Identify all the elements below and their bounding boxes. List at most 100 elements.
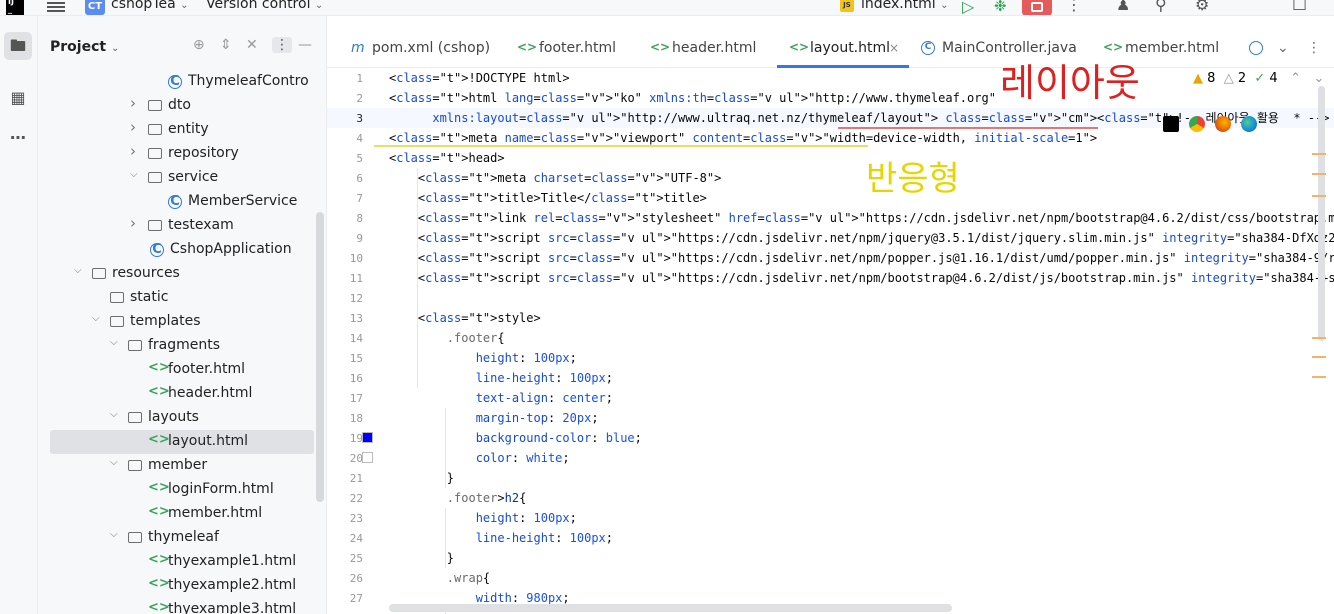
tree-folder[interactable]: static <box>38 286 327 310</box>
code-line[interactable]: <class="t">link rel=class="v">"styleshee… <box>389 208 1334 228</box>
code-line[interactable]: <class="t">meta name=class="v">"viewport… <box>389 128 1097 148</box>
tree-file[interactable]: <>thyexample2.html <box>38 574 327 598</box>
stop-button[interactable] <box>1022 0 1052 16</box>
chevron-down-icon[interactable]: ⌵ <box>130 169 142 180</box>
intellij-logo-icon[interactable]: IJ_ <box>6 0 24 15</box>
tree-file[interactable]: <>thyexample3.html <box>38 598 327 614</box>
firefox-icon[interactable] <box>1215 116 1231 132</box>
tab-footer-html[interactable]: <> footer.html <box>517 32 632 68</box>
intellij-browser-icon[interactable] <box>1163 116 1179 132</box>
tree-folder[interactable]: ⌵layouts <box>38 406 327 430</box>
chevron-right-icon[interactable]: › <box>130 118 142 136</box>
tab-member-html[interactable]: <> member.html <box>1103 32 1233 68</box>
code-line[interactable]: margin-top: 20px; <box>389 408 599 428</box>
project-view-selector[interactable]: Project ⌄ <box>50 39 119 55</box>
code-line[interactable]: <class="t">html lang=class="v">"ko" xmln… <box>389 88 996 108</box>
collapse-all-icon[interactable]: ✕ <box>246 37 258 53</box>
chevron-down-icon[interactable]: ⌵ <box>110 337 122 348</box>
chevron-down-icon[interactable]: ⌵ <box>92 313 104 324</box>
tree-folder[interactable]: ›dto <box>38 94 327 118</box>
code-line[interactable]: <class="t">!DOCTYPE html> <box>389 68 570 88</box>
edge-icon[interactable] <box>1241 116 1257 132</box>
code-line[interactable]: height: 100px; <box>389 508 577 528</box>
locate-file-icon[interactable]: ⊕ <box>193 37 205 53</box>
hide-panel-icon[interactable]: — <box>298 37 312 53</box>
code-line[interactable]: <class="t">title>Title</class="t">title> <box>389 188 707 208</box>
structure-icon[interactable]: ▦ <box>4 84 32 112</box>
code-line[interactable]: color: white; <box>389 448 570 468</box>
more-actions-icon[interactable]: ⋮ <box>1066 0 1082 14</box>
tree-folder[interactable]: ›entity <box>38 118 327 142</box>
tree-file[interactable]: CMemberService <box>38 190 327 214</box>
chevron-right-icon[interactable]: › <box>130 142 142 160</box>
color-preview-swatch[interactable] <box>362 452 373 463</box>
code-line[interactable]: line-height: 100px; <box>389 528 613 548</box>
code-line[interactable]: line-height: 100px; <box>389 368 613 388</box>
project-folder-icon[interactable]: 🖿 <box>4 32 32 60</box>
tree-folder[interactable]: ⌵fragments <box>38 334 327 358</box>
tree-file[interactable]: <>layout.html <box>50 430 314 454</box>
chevron-down-icon[interactable]: ⌵ <box>74 265 86 276</box>
code-line[interactable]: <class="t">meta charset=class="v">"UTF-8… <box>389 168 721 188</box>
chevron-down-icon[interactable]: ⌵ <box>110 457 122 468</box>
code-line[interactable]: <class="t">style> <box>389 308 541 328</box>
vcs-widget[interactable]: Version control ⌄ <box>206 0 323 12</box>
tree-file[interactable]: <>member.html <box>38 502 327 526</box>
settings-gear-icon[interactable]: ⚙ <box>1195 0 1209 14</box>
code-line[interactable]: background-color: blue; <box>389 428 642 448</box>
tree-folder[interactable]: ⌵service <box>38 166 327 190</box>
tree-file[interactable]: <>thyexample1.html <box>38 550 327 574</box>
tree-folder[interactable]: ⌵resources <box>38 262 327 286</box>
maximize-window-icon[interactable]: □ <box>1292 0 1307 12</box>
inspection-widget[interactable]: ▲ 8 △ 2 ✓ 4 ⌃ ⌄ <box>1193 71 1324 86</box>
tree-folder[interactable]: ›repository <box>38 142 327 166</box>
editor-horizontal-scrollbar[interactable] <box>389 604 952 612</box>
run-config-selector[interactable]: index.html ⌄ <box>861 0 949 12</box>
close-tab-icon[interactable]: × <box>889 41 899 55</box>
code-line[interactable]: <class="t">head> <box>389 148 505 168</box>
tree-folder[interactable]: ⌵member <box>38 454 327 478</box>
project-switcher[interactable]: cshopTea ⌄ <box>111 0 189 12</box>
project-tree-scrollbar[interactable] <box>316 212 324 502</box>
run-icon[interactable]: ▷ <box>962 0 974 16</box>
tab-maincontroller-java[interactable]: C MainController.java <box>921 32 1081 68</box>
tab-pom-xml[interactable]: m pom.xml (cshop) <box>351 32 501 68</box>
code-line[interactable]: <class="t">script src=class="v ul">"http… <box>389 248 1334 268</box>
debug-icon[interactable]: ❉ <box>994 0 1007 15</box>
java-class-icon[interactable] <box>1249 41 1263 55</box>
tab-list-chevron-icon[interactable]: ⌄ <box>1277 40 1289 56</box>
tree-folder[interactable]: ⌵thymeleaf <box>38 526 327 550</box>
chevron-right-icon[interactable]: › <box>130 94 142 112</box>
add-user-icon[interactable]: ♟ <box>1116 0 1130 14</box>
tab-layout-html[interactable]: <> layout.html × <box>777 32 909 68</box>
color-preview-swatch[interactable] <box>362 432 373 443</box>
search-icon[interactable]: ⚲ <box>1155 0 1167 14</box>
code-line[interactable]: <class="t">script src=class="v ul">"http… <box>389 228 1334 248</box>
tree-file[interactable]: <>footer.html <box>38 358 327 382</box>
editor-options-icon[interactable]: ⋮ <box>1307 40 1321 56</box>
code-line[interactable]: text-align: center; <box>389 388 613 408</box>
code-line[interactable]: .footer{ <box>389 328 505 348</box>
editor-vertical-scrollbar[interactable] <box>1318 86 1325 341</box>
project-badge[interactable]: CT <box>85 0 105 15</box>
tree-file[interactable]: CThymeleafContro <box>38 70 327 94</box>
tree-file[interactable]: <>header.html <box>38 382 327 406</box>
options-menu-icon[interactable]: ⋮ <box>272 37 292 53</box>
chevron-down-icon[interactable]: ⌵ <box>110 529 122 540</box>
code-line[interactable]: .footer>h2{ <box>389 488 526 508</box>
tree-folder[interactable]: ⌵templates <box>38 310 327 334</box>
main-menu-icon[interactable] <box>47 0 65 12</box>
expand-collapse-icon[interactable]: ⇕ <box>220 37 232 53</box>
next-highlight-icon[interactable]: ⌄ <box>1313 71 1324 86</box>
previous-highlight-icon[interactable]: ⌃ <box>1290 71 1301 86</box>
code-line[interactable]: <class="t">script src=class="v ul">"http… <box>389 268 1334 288</box>
chrome-icon[interactable] <box>1189 116 1205 132</box>
tree-folder[interactable]: ›testexam <box>38 214 327 238</box>
code-view[interactable]: <class="t">!DOCTYPE html><class="t">html… <box>389 68 1334 614</box>
more-tools-icon[interactable]: ⋯ <box>4 124 32 152</box>
chevron-down-icon[interactable]: ⌵ <box>110 409 122 420</box>
tree-file[interactable]: CCshopApplication <box>38 238 327 262</box>
chevron-right-icon[interactable]: › <box>130 214 142 232</box>
tab-header-html[interactable]: <> header.html <box>650 32 770 68</box>
tree-file[interactable]: <>loginForm.html <box>38 478 327 502</box>
